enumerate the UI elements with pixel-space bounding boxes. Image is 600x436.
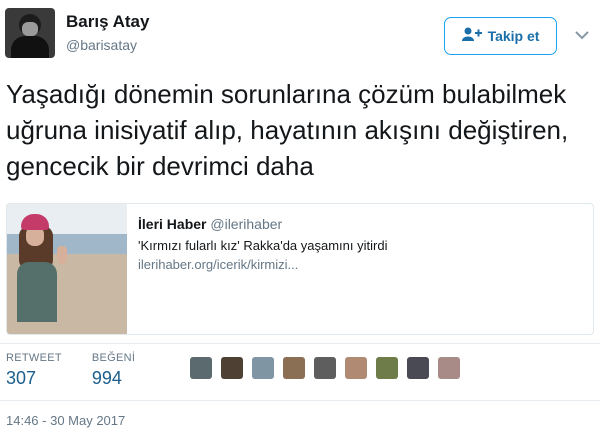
divider xyxy=(0,343,600,344)
tweet-stats: RETWEET 307 BEĞENİ 994 xyxy=(6,352,135,389)
liker-avatar[interactable] xyxy=(407,357,429,379)
card-source: İleri Haber @ilerihaber xyxy=(138,216,588,232)
liker-avatar[interactable] xyxy=(283,357,305,379)
card-source-handle: @ilerihaber xyxy=(210,216,283,232)
divider xyxy=(0,400,600,401)
chevron-down-icon[interactable] xyxy=(572,28,592,42)
avatar-body xyxy=(11,36,49,58)
follow-button[interactable]: Takip et xyxy=(444,17,557,55)
author-name[interactable]: Barış Atay xyxy=(66,12,149,32)
card-title: 'Kırmızı fularlı kız' Rakka'da yaşamını … xyxy=(138,238,388,253)
like-count: 994 xyxy=(91,368,122,388)
like-label: BEĞENİ xyxy=(91,352,136,364)
add-user-icon xyxy=(461,27,482,46)
link-card[interactable]: İleri Haber @ilerihaber 'Kırmızı fularlı… xyxy=(6,203,594,335)
retweet-count: 307 xyxy=(6,368,37,388)
author-avatar[interactable] xyxy=(5,8,55,58)
retweet-stat[interactable]: RETWEET 307 xyxy=(6,352,62,389)
liker-avatars xyxy=(190,357,460,379)
liker-avatar[interactable] xyxy=(190,357,212,379)
card-url: ilerihaber.org/icerik/kirmizi... xyxy=(138,257,299,272)
author-handle[interactable]: @barisatay xyxy=(66,37,137,53)
card-text: İleri Haber @ilerihaber 'Kırmızı fularlı… xyxy=(138,216,588,272)
retweet-label: RETWEET xyxy=(6,352,62,364)
liker-avatar[interactable] xyxy=(252,357,274,379)
liker-avatar[interactable] xyxy=(221,357,243,379)
tweet-timestamp[interactable]: 14:46 - 30 May 2017 xyxy=(6,413,125,428)
avatar-face xyxy=(22,22,38,36)
card-source-name: İleri Haber xyxy=(138,216,207,232)
like-stat[interactable]: BEĞENİ 994 xyxy=(92,352,135,389)
liker-avatar[interactable] xyxy=(314,357,336,379)
tweet-text: Yaşadığı dönemin sorunlarına çözüm bulab… xyxy=(6,79,569,181)
liker-avatar[interactable] xyxy=(438,357,460,379)
liker-avatar[interactable] xyxy=(376,357,398,379)
follow-button-label: Takip et xyxy=(487,28,540,44)
liker-avatar[interactable] xyxy=(345,357,367,379)
card-image xyxy=(7,204,127,334)
